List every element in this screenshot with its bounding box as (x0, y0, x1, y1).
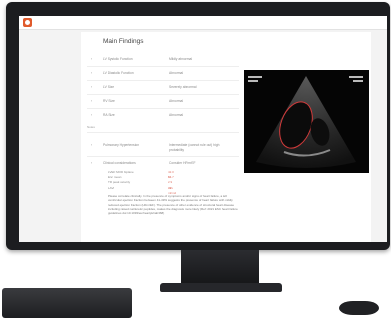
notes-label: Notes (87, 125, 95, 129)
finding-label: LV Size (103, 85, 115, 89)
finding-value: Mildly abnormal (169, 57, 193, 61)
overlay-text-line (248, 76, 262, 78)
chevron-right-icon: › (91, 57, 93, 61)
page-title: Main Findings (103, 38, 144, 45)
finding-label: LV Systolic Function (103, 57, 133, 61)
top-bar (19, 16, 387, 30)
measurement-row: LAVi 43 ml/m2 (108, 185, 176, 195)
chevron-right-icon: › (91, 85, 93, 89)
finding-value: Consider HFmrEF (169, 161, 196, 165)
finding-value: Abnormal (169, 113, 184, 117)
finding-row[interactable]: › RA Size Abnormal (81, 110, 231, 122)
finding-row[interactable]: › RV Size Abnormal (81, 96, 231, 108)
finding-value: Abnormal (169, 71, 184, 75)
overlay-text-line (248, 80, 258, 82)
finding-value: Severely abnormal (169, 85, 197, 89)
monitor: Main Findings › LV Systolic Function Mil… (6, 2, 390, 250)
finding-value: Intermediate (cannot rule out) high prob… (169, 143, 220, 152)
finding-row[interactable]: › LV Systolic Function Mildly abnormal (81, 54, 231, 66)
ultrasound-sector (248, 76, 363, 168)
chevron-right-icon: › (91, 113, 93, 117)
monitor-stand-neck (181, 250, 259, 284)
finding-label: Clinical considerations (103, 161, 136, 165)
monitor-stand-base (160, 283, 282, 292)
app-logo-icon[interactable] (23, 18, 32, 27)
divider (87, 80, 239, 81)
finding-label: Pulmonary Hypertension (103, 143, 140, 147)
measurement-name: LVEF MOD biplane (108, 170, 134, 174)
chevron-right-icon: › (91, 71, 93, 75)
measurement-name: E/e' mean (108, 175, 122, 180)
echocardiogram-image[interactable] (244, 70, 369, 173)
finding-row[interactable]: › Clinical considerations Consider HFmrE… (81, 158, 231, 170)
finding-label: LV Diastolic Function (103, 71, 134, 75)
overlay-text-line (353, 80, 363, 82)
divider (87, 156, 239, 157)
finding-row[interactable]: › Pulmonary Hypertension Intermediate (c… (81, 140, 231, 152)
interpretation-paragraph: Please correlate clinically. In the pres… (108, 194, 238, 216)
report-panel: Main Findings › LV Systolic Function Mil… (81, 32, 371, 242)
finding-value: Abnormal (169, 99, 184, 103)
app-screen: Main Findings › LV Systolic Function Mil… (19, 16, 387, 242)
finding-label: RV Size (103, 99, 115, 103)
divider (87, 94, 239, 95)
keyboard (2, 288, 132, 318)
finding-row[interactable]: › LV Size Severely abnormal (81, 82, 231, 94)
mouse (339, 301, 379, 315)
overlay-text-line (349, 76, 363, 78)
chevron-right-icon: › (91, 161, 93, 165)
measurements-list: LVEF MOD biplane 42.0 % E/e' mean 16.7 TR … (108, 170, 176, 195)
divider (87, 108, 239, 109)
finding-label: RA Size (103, 113, 115, 117)
finding-row[interactable]: › LV Diastolic Function Abnormal (81, 68, 231, 80)
measurement-name: TR peak velocity (108, 180, 131, 185)
measurement-name: LAVi (108, 185, 115, 190)
chevron-right-icon: › (91, 143, 93, 147)
divider (87, 132, 239, 133)
divider (87, 66, 239, 67)
chevron-right-icon: › (91, 99, 93, 103)
